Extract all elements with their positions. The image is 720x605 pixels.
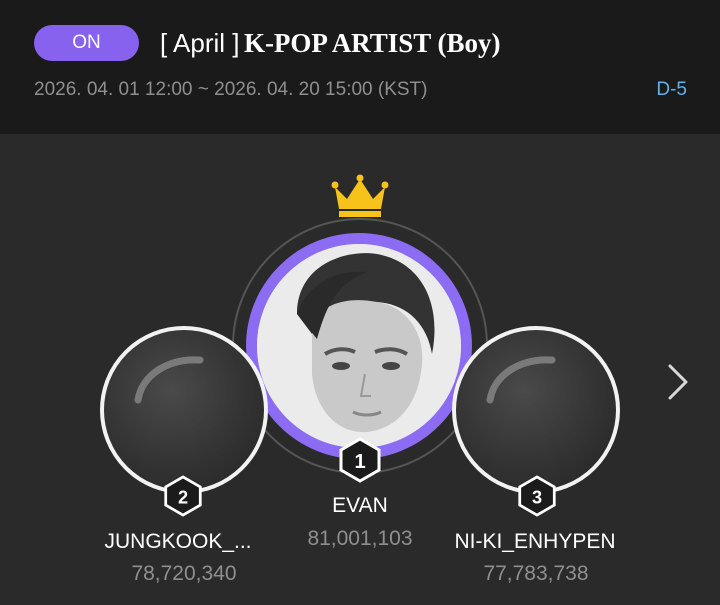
artist-photo-rank-2[interactable] [100, 326, 268, 494]
artist-name-rank-3: NI-KI_ENHYPEN [454, 530, 616, 553]
d-day-badge: D-5 [656, 79, 687, 100]
rank-number: 2 [178, 487, 188, 507]
vote-count-rank-2: 78,720,340 [131, 562, 237, 585]
artist-name-rank-2: JUNGKOOK_... [104, 530, 252, 553]
rank-number: 1 [354, 451, 365, 473]
rank-badge-3: 3 [518, 475, 556, 517]
portrait-image [257, 244, 461, 448]
gloss-highlight [486, 356, 556, 404]
title-month: [ April ] [160, 28, 240, 58]
title-category: K-POP ARTIST (Boy) [243, 28, 501, 58]
rank-number: 3 [532, 487, 542, 507]
gloss-highlight [134, 356, 204, 404]
rank-badge-2: 2 [164, 475, 202, 517]
artist-name-rank-1: EVAN [332, 494, 388, 517]
status-badge: ON [34, 25, 139, 61]
artist-photo-rank-1[interactable] [246, 233, 472, 459]
page-title: [ April ] K-POP ARTIST (Boy) [160, 28, 501, 59]
vote-header: ON [ April ] K-POP ARTIST (Boy) 2026. 04… [0, 0, 720, 134]
crown-icon [331, 174, 389, 217]
rank-badge-1: 1 [339, 437, 381, 483]
vote-period: 2026. 04. 01 12:00 ~ 2026. 04. 20 15:00 … [34, 79, 428, 100]
artist-photo-rank-3[interactable] [452, 326, 620, 494]
chevron-right-icon[interactable] [664, 362, 692, 402]
vote-count-rank-3: 77,783,738 [483, 562, 589, 585]
